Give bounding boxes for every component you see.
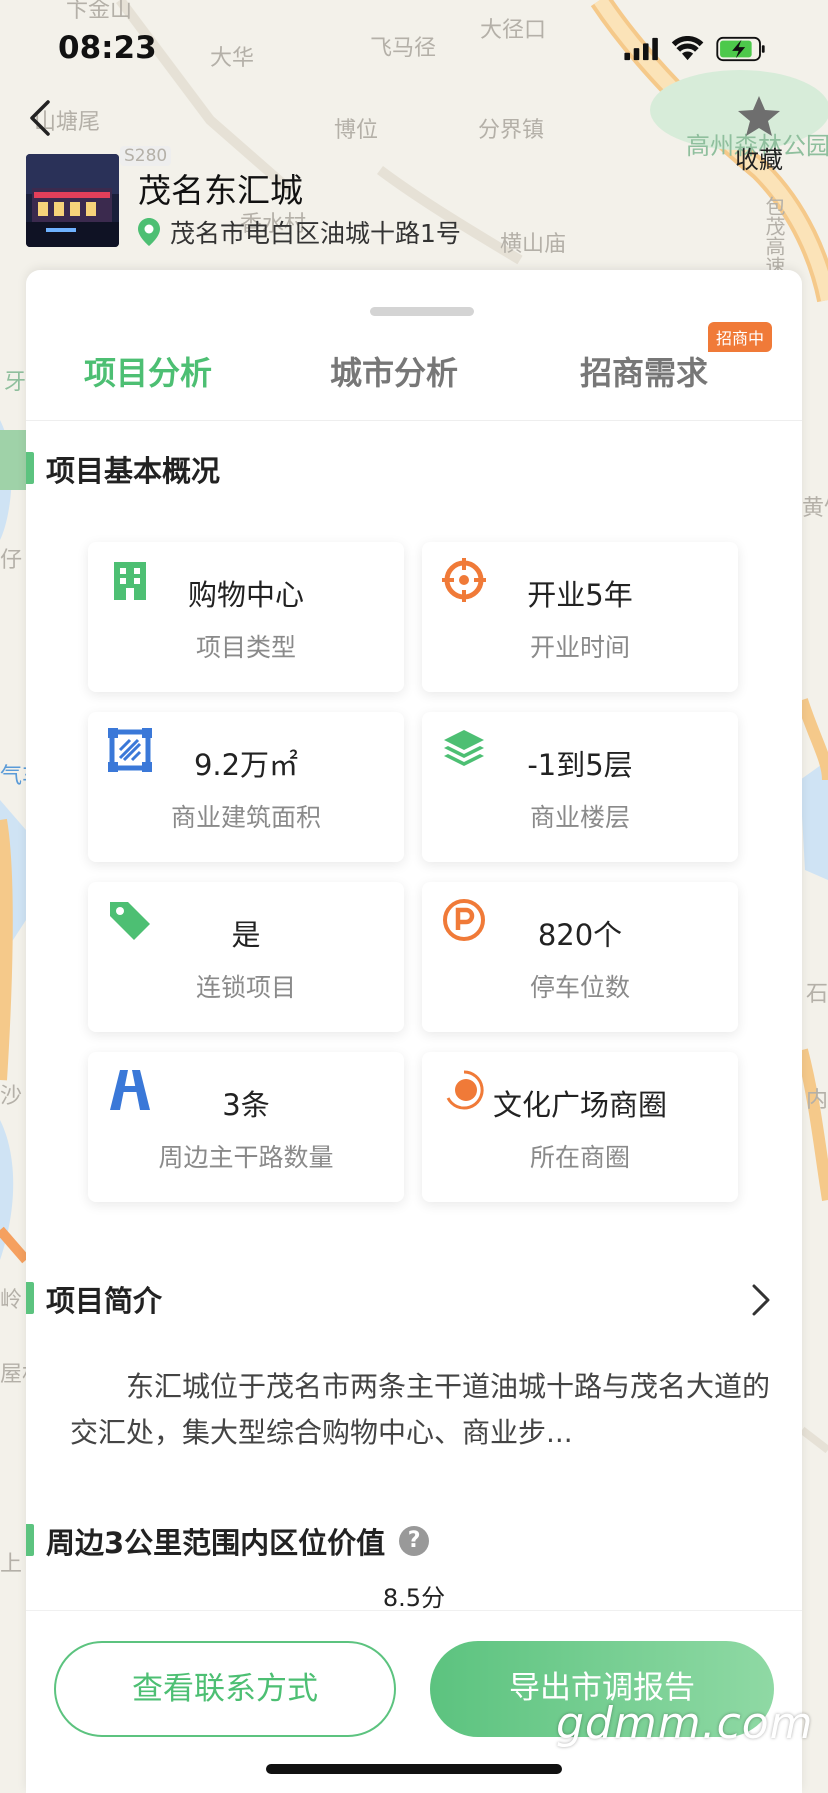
map-label: 石 <box>806 982 828 1007</box>
card-label: 项目类型 <box>195 633 296 662</box>
location-pin-icon <box>138 218 160 246</box>
section-title-intro: 项目简介 <box>46 1284 163 1318</box>
map-label: 上 <box>0 1552 23 1577</box>
favorite-button[interactable]: 收藏 <box>726 94 792 175</box>
card-value: 开业5年 <box>527 578 633 612</box>
map-label-road: S280 <box>120 146 172 166</box>
star-icon <box>738 96 780 136</box>
map-label: 卞金山 <box>66 0 133 23</box>
map-label: 横山庙 <box>500 232 567 257</box>
location-score: 8.5分 <box>382 1584 446 1612</box>
info-card-type: 购物中心 项目类型 <box>88 542 404 692</box>
address-text: 茂名市电白区油城十路1号 <box>170 219 461 248</box>
mall-photo-image <box>26 154 119 247</box>
section-indicator <box>26 1524 34 1556</box>
map-label: 博位 <box>334 118 379 143</box>
tab-bar: 项目分析 城市分析 招商需求 <box>26 340 802 421</box>
map-label: 大华 <box>210 46 255 71</box>
map-label: 分界镇 <box>478 118 545 143</box>
drag-handle[interactable] <box>370 307 474 316</box>
favorite-label: 收藏 <box>735 146 783 174</box>
map-label: 黄竹 <box>802 496 828 521</box>
home-indicator[interactable] <box>266 1764 562 1774</box>
chevron-right-icon[interactable] <box>746 1280 776 1320</box>
card-label: 周边主干路数量 <box>158 1143 334 1172</box>
intro-text: 东汇城位于茂名市两条主干道油城十路与茂名大道的交汇处，集大型综合购物中心、商业步… <box>70 1370 771 1449</box>
card-label: 商业建筑面积 <box>170 803 321 832</box>
section-title-overview: 项目基本概况 <box>46 454 221 488</box>
map-label: 岭 <box>0 1288 23 1313</box>
info-card-district: 文化广场商圈 所在商圈 <box>422 1052 738 1202</box>
card-label: 开业时间 <box>529 633 630 662</box>
project-name: 茂名东汇城 <box>138 171 303 210</box>
tab-city-analysis[interactable]: 城市分析 <box>330 348 458 394</box>
section-title-location-value: 周边3公里范围内区位价值 ? <box>46 1520 430 1562</box>
info-card-area: 9.2万㎡ 商业建筑面积 <box>88 712 404 862</box>
section-indicator <box>26 452 34 484</box>
location-value-title: 周边3公里范围内区位价值 <box>46 1526 386 1560</box>
card-value: 3条 <box>222 1088 270 1122</box>
card-value: 9.2万㎡ <box>193 748 299 782</box>
tab-project-analysis[interactable]: 项目分析 <box>84 348 212 394</box>
view-contact-button[interactable]: 查看联系方式 <box>54 1641 396 1737</box>
signal-icon <box>624 37 658 61</box>
wifi-icon <box>671 36 704 61</box>
map-label: 大径口 <box>480 18 547 43</box>
map-label: 牙 <box>4 370 27 395</box>
card-label: 商业楼层 <box>529 803 630 832</box>
watermark: gdmm.com <box>556 1698 814 1749</box>
detail-panel: 项目分析 城市分析 招商需求 招商中 项目基本概况 购物中心 项目类型 开业5年… <box>26 270 802 1793</box>
card-value: 820个 <box>537 918 623 952</box>
card-label: 连锁项目 <box>195 973 296 1002</box>
back-chevron-icon[interactable] <box>22 96 62 140</box>
card-label: 停车位数 <box>529 973 630 1002</box>
card-value: 是 <box>231 918 261 952</box>
status-icons <box>624 36 765 62</box>
info-card-parking: 820个 停车位数 <box>422 882 738 1032</box>
project-address: 茂名市电白区油城十路1号 <box>138 214 461 250</box>
card-label: 所在商圈 <box>529 1143 630 1172</box>
leasing-status-badge: 招商中 <box>708 322 773 352</box>
info-card-floors: -1到5层 商业楼层 <box>422 712 738 862</box>
project-thumbnail[interactable] <box>26 154 119 247</box>
map-label: 包茂高速 <box>762 196 786 276</box>
info-card-roads: 3条 周边主干路数量 <box>88 1052 404 1202</box>
card-value: 文化广场商圈 <box>492 1088 667 1122</box>
map-label: 飞马径 <box>370 36 437 61</box>
tab-leasing-demand[interactable]: 招商需求 <box>580 348 708 394</box>
battery-charging-icon <box>716 36 765 62</box>
card-value: -1到5层 <box>527 748 633 782</box>
status-time: 08:23 <box>58 30 157 66</box>
map-label: 仔 <box>0 548 23 573</box>
info-card-opening: 开业5年 开业时间 <box>422 542 738 692</box>
card-value: 购物中心 <box>187 578 304 612</box>
section-indicator <box>26 1282 34 1314</box>
info-card-chain: 是 连锁项目 <box>88 882 404 1032</box>
help-icon[interactable]: ? <box>399 1526 430 1556</box>
map-label: 内 <box>806 1088 828 1113</box>
map-label: 沙 <box>0 1084 23 1109</box>
